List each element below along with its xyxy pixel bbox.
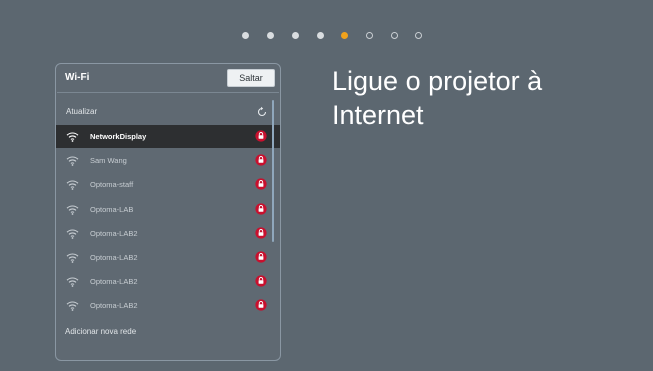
- add-network-button[interactable]: Adicionar nova rede: [65, 327, 136, 336]
- network-name: Optoma-LAB2: [90, 301, 138, 311]
- network-item[interactable]: Optoma-LAB2: [56, 294, 280, 317]
- network-name: Optoma-staff: [90, 180, 134, 190]
- lock-icon: [255, 275, 267, 287]
- lock-icon: [255, 130, 267, 142]
- step-dot: [317, 32, 324, 39]
- refresh-label: Atualizar: [66, 107, 98, 116]
- network-item[interactable]: Optoma-LAB: [56, 198, 280, 221]
- wifi-signal-icon: [66, 205, 79, 215]
- network-item[interactable]: Optoma-LAB2: [56, 246, 280, 269]
- step-dot: [292, 32, 299, 39]
- network-item[interactable]: Optoma-LAB2: [56, 270, 280, 293]
- lock-icon: [255, 202, 267, 215]
- page-heading: Ligue o projetor à Internet: [332, 66, 543, 130]
- step-indicator: [0, 29, 653, 41]
- network-item[interactable]: Optoma-staff: [56, 173, 280, 196]
- wifi-signal-icon: [66, 229, 79, 239]
- divider: [57, 92, 279, 93]
- refresh-row[interactable]: Atualizar: [57, 102, 279, 122]
- step-dot-current: [341, 32, 348, 39]
- wifi-signal-icon: [66, 277, 79, 288]
- skip-button[interactable]: Saltar: [227, 69, 275, 87]
- lock-icon: [255, 227, 267, 239]
- wifi-signal-icon: [66, 156, 79, 167]
- wifi-signal-icon: [66, 301, 79, 312]
- network-item[interactable]: Sam Wang: [56, 149, 280, 172]
- network-name: Optoma-LAB2: [90, 253, 138, 262]
- step-dot: [267, 32, 274, 39]
- lock-icon: [255, 299, 267, 311]
- wifi-panel-title: Wi-Fi: [65, 72, 90, 83]
- network-name: Sam Wang: [90, 156, 127, 166]
- wifi-panel: Wi-Fi Saltar Atualizar NetworkDisplay Sam…: [55, 63, 281, 361]
- step-dot: [415, 32, 422, 39]
- refresh-icon[interactable]: [256, 106, 268, 118]
- network-name: Optoma-LAB: [90, 204, 134, 214]
- lock-icon: [255, 251, 267, 263]
- step-dot: [391, 32, 398, 39]
- step-dot: [366, 32, 373, 39]
- wifi-signal-icon: [66, 132, 79, 142]
- wifi-signal-icon: [66, 253, 79, 263]
- network-name: Optoma-LAB2: [90, 228, 138, 238]
- network-item[interactable]: NetworkDisplay: [56, 125, 280, 148]
- network-item[interactable]: Optoma-LAB2: [56, 222, 280, 245]
- network-name: Optoma-LAB2: [90, 277, 138, 287]
- step-dot: [242, 32, 249, 39]
- lock-icon: [255, 178, 267, 190]
- wifi-signal-icon: [66, 180, 79, 191]
- network-name: NetworkDisplay: [90, 132, 147, 141]
- scrollbar[interactable]: [272, 100, 274, 242]
- lock-icon: [255, 154, 267, 166]
